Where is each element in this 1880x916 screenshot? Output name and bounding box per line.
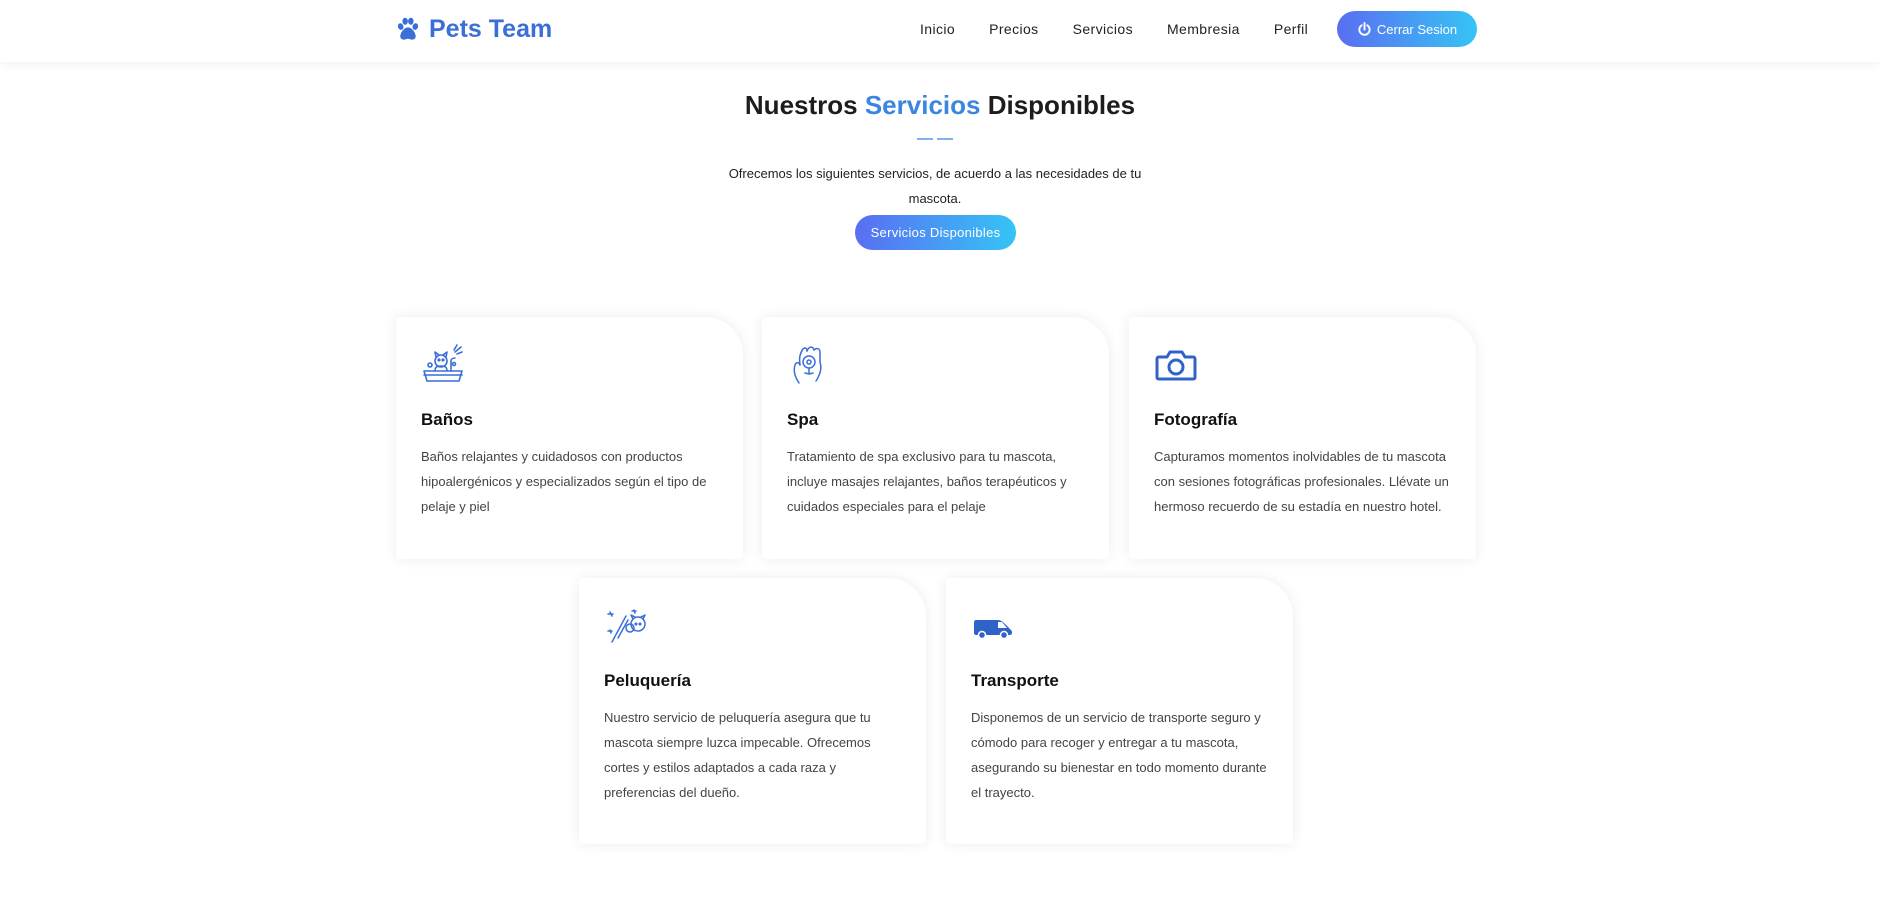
service-card-spa[interactable]: Spa Tratamiento de spa exclusivo para tu… <box>762 317 1109 559</box>
paw-icon <box>397 17 419 40</box>
card-text: Capturamos momentos inolvidables de tu m… <box>1154 449 1449 514</box>
camera-icon <box>1155 350 1197 381</box>
service-card-peluqueria[interactable]: Peluquería Nuestro servicio de peluquerí… <box>579 578 926 844</box>
nav-link-membresia[interactable]: Membresia <box>1167 21 1240 37</box>
service-card-fotografia[interactable]: Fotografía Capturamos momentos inolvidab… <box>1129 317 1476 559</box>
nav-link-precios[interactable]: Precios <box>989 21 1038 37</box>
brand-name: Pets Team <box>429 14 553 43</box>
navbar: Pets Team Inicio Precios Servicios Membr… <box>0 0 1880 62</box>
service-card-banos[interactable]: Baños Baños relajantes y cuidadosos con … <box>396 317 743 559</box>
card-title: Baños <box>421 410 473 429</box>
card-title: Transporte <box>971 671 1059 690</box>
service-card-transporte[interactable]: Transporte Disponemos de un servicio de … <box>946 578 1293 844</box>
nav-link-inicio[interactable]: Inicio <box>920 21 955 37</box>
title-underline-left <box>917 138 933 140</box>
card-text: Nuestro servicio de peluquería asegura q… <box>604 710 871 800</box>
logout-button[interactable]: Cerrar Sesion <box>1337 11 1477 47</box>
grooming-icon <box>607 609 646 643</box>
pet-bath-icon <box>423 344 463 382</box>
brand-logo-link[interactable]: Pets Team <box>395 12 552 46</box>
spa-hand-icon <box>793 346 822 384</box>
title-part-2: Disponibles <box>987 90 1136 120</box>
card-title: Spa <box>787 410 819 429</box>
nav-menu: Inicio Precios Servicios Membresia Perfi… <box>920 16 1324 42</box>
services-available-button[interactable]: Servicios Disponibles <box>855 215 1016 250</box>
logout-label: Cerrar Sesion <box>1376 21 1458 37</box>
card-text: Tratamiento de spa exclusivo para tu mas… <box>787 449 1067 514</box>
card-title: Fotografía <box>1154 410 1238 429</box>
van-icon <box>974 620 1012 640</box>
nav-link-servicios[interactable]: Servicios <box>1073 21 1133 37</box>
section-title: Nuestros Servicios Disponibles <box>0 90 1880 121</box>
title-underline-right <box>937 138 953 140</box>
title-accent: Servicios <box>864 90 981 120</box>
power-icon <box>1358 21 1371 36</box>
section-subtitle: Ofrecemos los siguientes servicios, de a… <box>728 166 1142 206</box>
nav-link-perfil[interactable]: Perfil <box>1274 21 1308 37</box>
title-part-1: Nuestros <box>744 90 858 120</box>
card-text: Disponemos de un servicio de transporte … <box>971 710 1267 800</box>
card-title: Peluquería <box>604 671 691 690</box>
card-text: Baños relajantes y cuidadosos con produc… <box>421 449 707 514</box>
